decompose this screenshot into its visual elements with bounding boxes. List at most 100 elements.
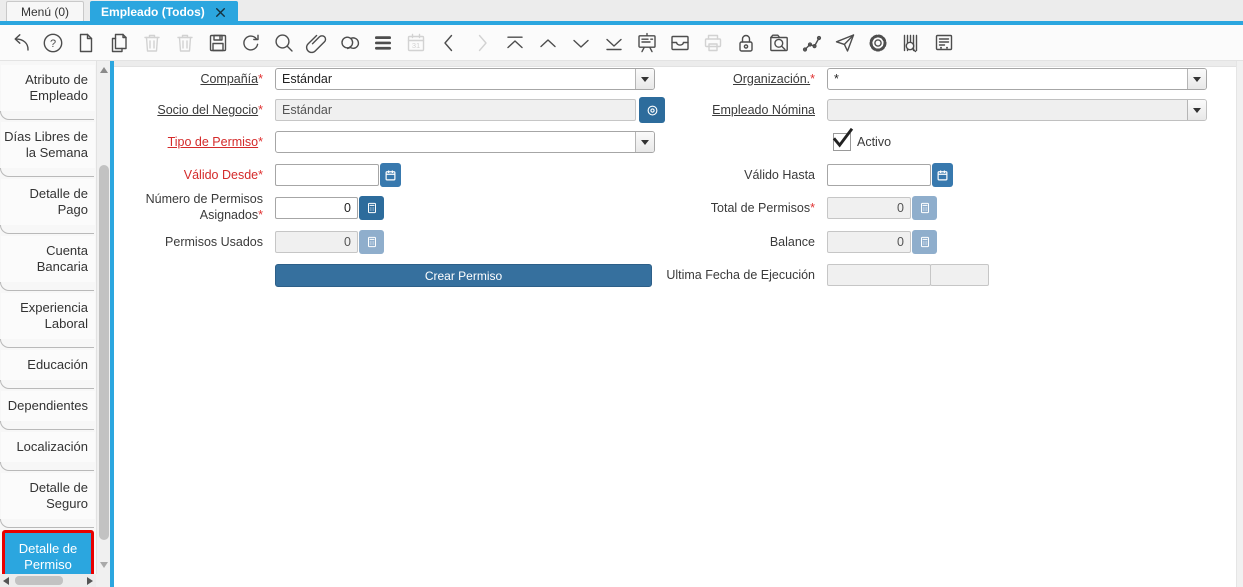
sidebar-horizontal-scrollbar[interactable] <box>0 574 96 587</box>
tipo-permiso-combobox[interactable] <box>275 131 655 153</box>
sidebar-hscroll-thumb[interactable] <box>15 576 63 585</box>
lock-icon[interactable] <box>734 31 758 55</box>
calendar-icon: 31 <box>404 31 428 55</box>
total-permisos-label: Total de Permisos* <box>710 201 815 215</box>
application-window: Menú (0) Empleado (Todos) ? 31 Atributo d… <box>0 0 1243 587</box>
copy-record-icon[interactable] <box>107 31 131 55</box>
required-marker: * <box>258 168 263 182</box>
archive-icon[interactable] <box>668 31 692 55</box>
compania-combobox[interactable]: Estándar <box>275 68 655 90</box>
balance-label: Balance <box>769 235 815 249</box>
toolbar: ? 31 <box>0 25 1243 61</box>
attachment-icon[interactable] <box>305 31 329 55</box>
chevron-down-icon[interactable] <box>635 132 654 152</box>
valido-hasta-input[interactable] <box>827 164 931 186</box>
save-icon[interactable] <box>206 31 230 55</box>
numero-permisos-asignados-label: Número de Permisos Asignados* <box>145 192 263 222</box>
sidebar-separator <box>0 225 94 234</box>
scroll-up-icon[interactable] <box>100 67 108 73</box>
calculator-icon <box>912 230 937 254</box>
valido-desde-input[interactable] <box>275 164 379 186</box>
scroll-right-icon[interactable] <box>87 577 93 585</box>
refresh-icon[interactable] <box>239 31 263 55</box>
crear-permiso-button[interactable]: Crear Permiso <box>275 264 652 287</box>
down-icon[interactable] <box>569 31 593 55</box>
sidebar-vscroll-thumb[interactable] <box>99 165 109 540</box>
sidebar-item-dias-libres-de-la-semana[interactable]: Días Libres de la Semana <box>1 122 95 168</box>
tab-empleado-todos[interactable]: Empleado (Todos) <box>90 1 238 22</box>
workflow-board-icon[interactable] <box>635 31 659 55</box>
sidebar-separator <box>0 111 94 120</box>
main-scrollbar-track[interactable] <box>1236 61 1243 587</box>
sidebar-separator <box>0 168 94 177</box>
new-record-icon[interactable] <box>74 31 98 55</box>
organizacion-combobox[interactable]: * <box>827 68 1207 90</box>
calculator-icon <box>359 230 384 254</box>
product-info-icon[interactable] <box>899 31 923 55</box>
required-marker: * <box>258 72 263 86</box>
socio-negocio-label: Socio del Negocio* <box>157 103 263 117</box>
valido-desde-label: Válido Desde* <box>183 168 263 182</box>
calculator-icon <box>912 196 937 220</box>
scroll-down-icon[interactable] <box>100 562 108 568</box>
help-icon[interactable]: ? <box>41 31 65 55</box>
preferences-icon[interactable] <box>866 31 890 55</box>
numero-permisos-asignados-input[interactable] <box>275 197 358 219</box>
sidebar-item-atributo-de-empleado[interactable]: Atributo de Empleado <box>1 65 95 111</box>
previous-icon[interactable] <box>437 31 461 55</box>
valido-hasta-label: Válido Hasta <box>744 168 815 182</box>
sidebar-vertical-scrollbar[interactable] <box>96 61 110 574</box>
find-icon[interactable] <box>272 31 296 55</box>
tab-menu-label: Menú (0) <box>21 5 70 19</box>
tab-bar: Menú (0) Empleado (Todos) <box>0 0 1243 22</box>
sidebar-separator <box>0 380 94 389</box>
zoom-across-icon[interactable] <box>767 31 791 55</box>
chat-icon[interactable] <box>338 31 362 55</box>
grid-toggle-icon[interactable] <box>371 31 395 55</box>
delete-selection-icon <box>173 31 197 55</box>
empleado-nomina-combobox[interactable] <box>827 99 1207 121</box>
calendar-picker-icon[interactable] <box>380 163 401 187</box>
delete-record-icon <box>140 31 164 55</box>
first-record-icon[interactable] <box>503 31 527 55</box>
socio-negocio-input[interactable] <box>275 99 636 121</box>
sidebar-item-detalle-de-seguro[interactable]: Detalle de Seguro <box>1 473 95 519</box>
sidebar-item-localizacion[interactable]: Localización <box>1 432 95 462</box>
sidebar-item-experiencia-laboral[interactable]: Experiencia Laboral <box>1 293 95 339</box>
window-body: Atributo de Empleado Días Libres de la Se… <box>0 61 1243 587</box>
ultima-fecha-ejecucion-time-input <box>930 264 989 286</box>
undo-icon[interactable] <box>8 31 32 55</box>
scroll-left-icon[interactable] <box>3 577 9 585</box>
organizacion-label: Organización.* <box>733 72 815 86</box>
compania-label: Compañía* <box>200 72 263 86</box>
close-tab-icon[interactable] <box>214 6 227 19</box>
up-icon[interactable] <box>536 31 560 55</box>
report-icon[interactable] <box>932 31 956 55</box>
calendar-picker-icon[interactable] <box>932 163 953 187</box>
sidebar-separator <box>0 421 94 430</box>
ultima-fecha-ejecucion-label: Ultima Fecha de Ejecución <box>666 268 815 282</box>
calculator-icon[interactable] <box>359 196 384 220</box>
tipo-permiso-label: Tipo de Permiso* <box>167 135 263 149</box>
tab-empleado-label: Empleado (Todos) <box>101 5 205 19</box>
sidebar-item-detalle-de-permiso[interactable]: Detalle de Permiso <box>2 530 94 574</box>
request-icon[interactable] <box>833 31 857 55</box>
total-permisos-input <box>827 197 911 219</box>
activo-checkbox[interactable] <box>833 133 851 151</box>
sidebar-separator <box>0 282 94 291</box>
balance-input <box>827 231 911 253</box>
sidebar-separator <box>0 462 94 471</box>
tab-menu[interactable]: Menú (0) <box>6 1 85 22</box>
workflow-icon[interactable] <box>800 31 824 55</box>
sidebar-tabs: Atributo de Empleado Días Libres de la Se… <box>0 61 96 574</box>
chevron-down-icon[interactable] <box>1187 100 1206 120</box>
sidebar-item-dependientes[interactable]: Dependientes <box>1 391 95 421</box>
sidebar-item-detalle-de-pago[interactable]: Detalle de Pago <box>1 179 95 225</box>
chevron-down-icon[interactable] <box>1187 69 1206 89</box>
svg-text:31: 31 <box>412 41 420 50</box>
permisos-usados-input <box>275 231 358 253</box>
ultima-fecha-ejecucion-date-input <box>827 264 931 286</box>
sidebar-item-educacion[interactable]: Educación <box>1 350 95 380</box>
last-record-icon[interactable] <box>602 31 626 55</box>
sidebar-item-cuenta-bancaria[interactable]: Cuenta Bancaria <box>1 236 95 282</box>
